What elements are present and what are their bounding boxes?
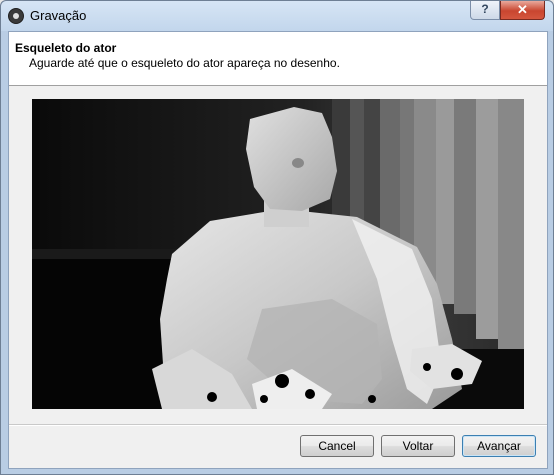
window-title: Gravação <box>30 8 87 23</box>
depth-image <box>32 99 524 409</box>
depth-image-preview <box>32 99 524 409</box>
close-button[interactable]: ✕ <box>500 1 545 20</box>
wizard-window: Gravação ? ✕ Esqueleto do ator Aguarde a… <box>0 0 554 475</box>
button-separator <box>9 424 547 426</box>
title-bar[interactable]: Gravação ? ✕ <box>1 1 553 31</box>
next-button[interactable]: Avançar <box>462 435 536 457</box>
help-button[interactable]: ? <box>470 1 500 20</box>
page-subtitle: Aguarde até que o esqueleto do ator apar… <box>29 56 340 70</box>
page-title: Esqueleto do ator <box>15 41 117 55</box>
wizard-header: Esqueleto do ator Aguarde até que o esqu… <box>9 32 547 86</box>
wizard-client-area: Esqueleto do ator Aguarde até que o esqu… <box>8 31 548 469</box>
app-icon <box>8 8 24 24</box>
cancel-button[interactable]: Cancel <box>300 435 374 457</box>
back-button[interactable]: Voltar <box>381 435 455 457</box>
